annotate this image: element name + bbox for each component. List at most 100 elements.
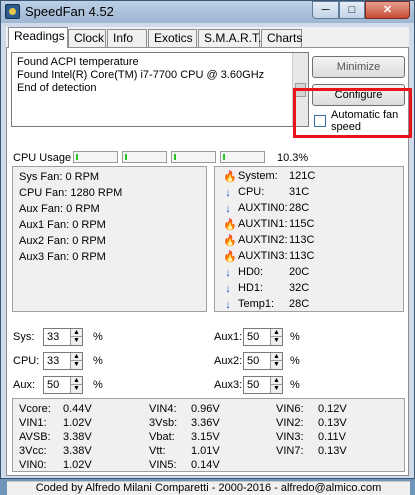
voltage-row: Vtt: 1.01V bbox=[149, 445, 220, 457]
tab-readings[interactable]: Readings bbox=[8, 27, 68, 48]
temp-label: HD1: bbox=[238, 282, 264, 294]
voltage-row: 3Vcc: 3.38V bbox=[19, 445, 92, 457]
aux2-speed-stepper[interactable]: 50 ▲ ▼ bbox=[243, 352, 283, 370]
flame-icon: 🔥 bbox=[223, 171, 237, 183]
arrow-down-icon: ↓ bbox=[225, 187, 231, 199]
detection-log[interactable]: Found ACPI temperature Found Intel(R) Co… bbox=[11, 52, 309, 127]
tab-info[interactable]: Info bbox=[107, 29, 147, 47]
temp-row: 🔥 AUXTIN3: 113C bbox=[223, 250, 399, 266]
temp-row: ↓ AUXTIN0: 28C bbox=[223, 202, 399, 218]
spin-down-icon[interactable]: ▼ bbox=[270, 337, 282, 345]
log-line: End of detection bbox=[17, 82, 97, 94]
automatic-fan-speed-label: Automatic fan speed bbox=[331, 109, 399, 133]
tab-exotics[interactable]: Exotics bbox=[148, 29, 197, 47]
tab-smart[interactable]: S.M.A.R.T. bbox=[198, 29, 261, 47]
log-line: Found ACPI temperature bbox=[17, 56, 139, 68]
fan-label: CPU Fan: bbox=[19, 187, 68, 199]
minimize-button[interactable]: Minimize bbox=[312, 56, 405, 78]
voltage-label: VIN2: bbox=[276, 417, 304, 429]
title-bar[interactable]: SpeedFan 4.52 ─ □ ✕ bbox=[1, 1, 414, 23]
fan-value: 1280 RPM bbox=[70, 187, 123, 199]
voltage-label: VIN7: bbox=[276, 445, 304, 457]
voltage-label: VIN3: bbox=[276, 431, 304, 443]
voltage-label: 3Vcc: bbox=[19, 445, 47, 457]
spin-up-icon[interactable]: ▲ bbox=[270, 329, 282, 337]
flame-icon: 🔥 bbox=[223, 219, 237, 231]
voltage-value: 3.36V bbox=[191, 417, 220, 429]
cpu-speed-stepper[interactable]: 33 ▲ ▼ bbox=[43, 352, 83, 370]
fan-label: Aux3 Fan: bbox=[19, 251, 70, 263]
temp-label: CPU: bbox=[238, 186, 265, 198]
close-window-button[interactable]: ✕ bbox=[365, 1, 410, 19]
cpu-usage-fill bbox=[125, 154, 127, 160]
sys-speed-stepper[interactable]: 33 ▲ ▼ bbox=[43, 328, 83, 346]
voltage-row: 3Vsb: 3.36V bbox=[149, 417, 220, 429]
fan-row: Aux3 Fan: 0 RPM bbox=[19, 251, 106, 263]
cpu-usage-segment bbox=[73, 151, 118, 163]
cpu-usage-percent: 10.3% bbox=[277, 152, 309, 164]
spin-down-icon[interactable]: ▼ bbox=[70, 337, 82, 345]
speed-label-aux: Aux: bbox=[13, 379, 36, 391]
voltage-row: VIN0: 1.02V bbox=[19, 459, 92, 471]
voltage-value: 1.01V bbox=[191, 445, 220, 457]
spin-down-icon[interactable]: ▼ bbox=[70, 361, 82, 369]
temp-row: ↓ CPU: 31C bbox=[223, 186, 399, 202]
spin-up-icon[interactable]: ▲ bbox=[270, 353, 282, 361]
spin-value: 50 bbox=[247, 331, 260, 343]
voltage-value: 0.13V bbox=[318, 417, 347, 429]
spin-down-icon[interactable]: ▼ bbox=[270, 361, 282, 369]
temp-row: 🔥 AUXTIN2: 113C bbox=[223, 234, 399, 250]
temp-value: 28C bbox=[289, 298, 310, 310]
automatic-fan-speed-checkbox[interactable] bbox=[314, 115, 326, 127]
fan-value: 0 RPM bbox=[72, 235, 106, 247]
speed-label-sys: Sys: bbox=[13, 331, 35, 343]
flame-icon: 🔥 bbox=[223, 251, 237, 263]
spin-up-icon[interactable]: ▲ bbox=[70, 377, 82, 385]
cpu-usage-segment bbox=[171, 151, 216, 163]
temp-label: AUXTIN2: bbox=[238, 234, 288, 246]
temp-value: 20C bbox=[289, 266, 310, 278]
voltage-label: Vtt: bbox=[149, 445, 166, 457]
spin-down-icon[interactable]: ▼ bbox=[270, 385, 282, 393]
temp-value: 113C bbox=[289, 250, 315, 262]
temp-value: 31C bbox=[289, 186, 310, 198]
voltage-value: 0.11V bbox=[318, 431, 346, 443]
voltage-label: 3Vsb: bbox=[149, 417, 178, 429]
fan-value: 0 RPM bbox=[72, 219, 106, 231]
fan-speeds-box: Sys Fan: 0 RPM CPU Fan: 1280 RPM Aux Fan… bbox=[12, 166, 207, 312]
speed-label-aux3: Aux3: bbox=[214, 379, 243, 391]
voltage-value: 3.38V bbox=[63, 445, 92, 457]
percent-sign: % bbox=[93, 331, 103, 343]
cpu-usage-label: CPU Usage bbox=[13, 152, 72, 164]
fan-row: Aux2 Fan: 0 RPM bbox=[19, 235, 106, 247]
aux1-speed-stepper[interactable]: 50 ▲ ▼ bbox=[243, 328, 283, 346]
cpu-usage-fill bbox=[76, 154, 78, 160]
voltage-value: 1.02V bbox=[63, 459, 92, 471]
spin-value: 33 bbox=[47, 355, 60, 367]
temp-value: 28C bbox=[289, 202, 310, 214]
voltage-value: 1.02V bbox=[63, 417, 92, 429]
spin-value: 33 bbox=[47, 331, 60, 343]
voltage-value: 3.38V bbox=[63, 431, 92, 443]
spin-down-icon[interactable]: ▼ bbox=[70, 385, 82, 393]
spin-up-icon[interactable]: ▲ bbox=[70, 329, 82, 337]
tab-clock[interactable]: Clock bbox=[68, 29, 106, 47]
speed-label-aux1: Aux1: bbox=[214, 331, 243, 343]
temp-label: AUXTIN0: bbox=[238, 202, 288, 214]
voltage-value: 0.13V bbox=[318, 445, 347, 457]
spin-up-icon[interactable]: ▲ bbox=[70, 353, 82, 361]
spin-up-icon[interactable]: ▲ bbox=[270, 377, 282, 385]
voltages-box: Vcore: 0.44V VIN1: 1.02V AVSB: 3.38V 3Vcc: 3… bbox=[12, 398, 405, 472]
minimize-window-button[interactable]: ─ bbox=[312, 1, 339, 19]
spin-value: 50 bbox=[247, 379, 260, 391]
speedfan-window: SpeedFan 4.52 ─ □ ✕ Readings Clock Info … bbox=[0, 0, 415, 495]
cpu-usage-segment bbox=[220, 151, 265, 163]
tab-charts[interactable]: Charts bbox=[261, 29, 302, 47]
flame-icon: 🔥 bbox=[223, 235, 237, 247]
aux3-speed-stepper[interactable]: 50 ▲ ▼ bbox=[243, 376, 283, 394]
maximize-window-button[interactable]: □ bbox=[339, 1, 365, 19]
voltage-label: VIN0: bbox=[19, 459, 47, 471]
tab-strip: Readings Clock Info Exotics S.M.A.R.T. C… bbox=[6, 27, 409, 48]
aux-speed-stepper[interactable]: 50 ▲ ▼ bbox=[43, 376, 83, 394]
voltage-value: 0.44V bbox=[63, 403, 92, 415]
